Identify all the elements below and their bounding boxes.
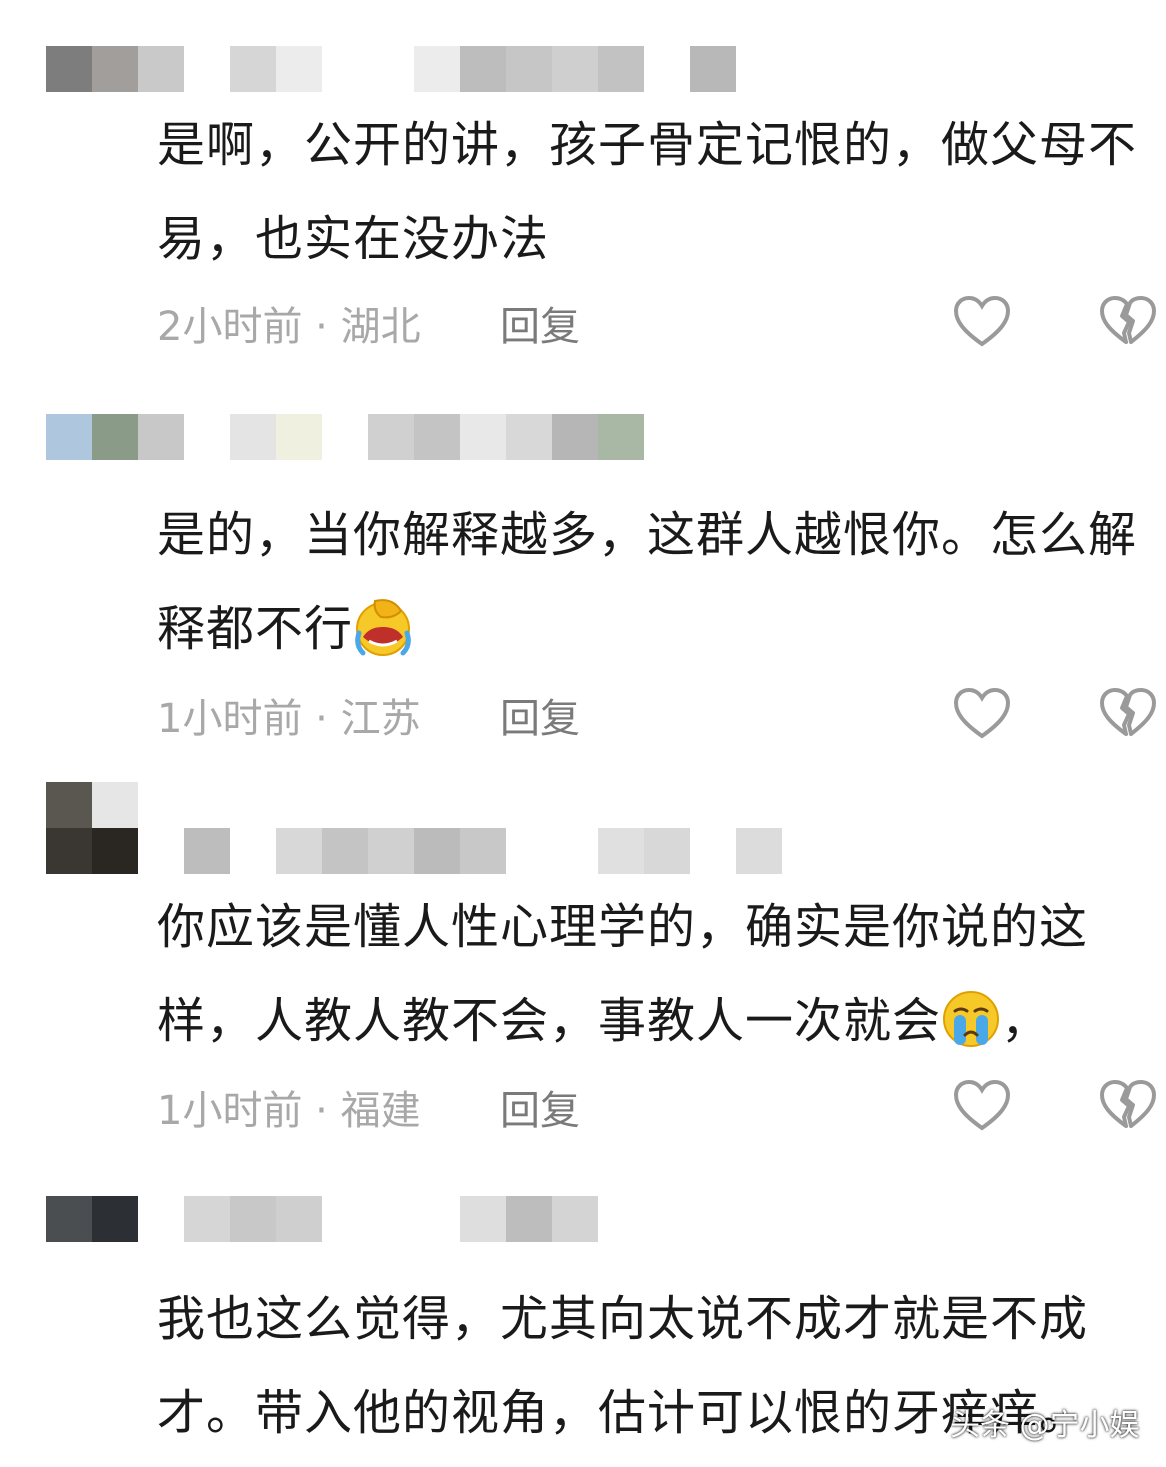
reply-button[interactable]: 回复 <box>500 694 580 744</box>
blurred-avatar <box>46 782 138 874</box>
reply-button[interactable]: 回复 <box>500 302 580 352</box>
comment-text-content: 是啊，公开的讲，孩子骨定记恨的，做父母不易，也实在没办法 <box>157 117 1138 267</box>
comment-text-content: 我也这么觉得，尤其向太说不成才就是不成才。带入他的视角，估计可以恨的牙痒痒。 <box>157 1291 1089 1441</box>
comment-text: 是啊，公开的讲，孩子骨定记恨的，做父母不易，也实在没办法 <box>157 98 1137 286</box>
meta-separator: · <box>302 304 341 350</box>
face-palm-crying-emoji <box>355 599 411 656</box>
comment-location: 江苏 <box>340 696 421 742</box>
dislike-broken-heart-icon[interactable] <box>1098 1076 1158 1136</box>
dislike-broken-heart-icon[interactable] <box>1098 684 1158 744</box>
crying-emoji <box>943 991 1000 1047</box>
like-heart-icon[interactable] <box>952 684 1012 744</box>
comment-text-tail: ， <box>1001 993 1051 1049</box>
blurred-avatar <box>46 1196 138 1242</box>
comment-meta: 2小时前 · 湖北 <box>157 302 421 352</box>
blurred-username <box>184 828 784 874</box>
comment-text-content: 是的，当你解释越多，这群人越恨你。怎么解释都不行 <box>157 507 1138 657</box>
comment-location: 湖北 <box>340 304 421 350</box>
comment-meta: 1小时前 · 福建 <box>157 1086 421 1136</box>
meta-separator: · <box>302 696 341 742</box>
like-heart-icon[interactable] <box>952 1076 1012 1136</box>
blurred-username <box>46 414 646 460</box>
meta-separator: · <box>302 1088 341 1134</box>
blurred-username <box>184 1196 604 1242</box>
like-heart-icon[interactable] <box>952 292 1012 352</box>
dislike-broken-heart-icon[interactable] <box>1098 292 1158 352</box>
comment-text: 你应该是懂人性心理学的，确实是你说的这样，人教人教不会，事教人一次就会 ， <box>157 880 1137 1068</box>
blurred-username <box>46 46 746 92</box>
comment-time: 2小时前 <box>157 304 303 350</box>
comment-location: 福建 <box>340 1088 421 1134</box>
comment-meta: 1小时前 · 江苏 <box>157 694 421 744</box>
reply-button[interactable]: 回复 <box>500 1086 580 1136</box>
comment-text: 是的，当你解释越多，这群人越恨你。怎么解释都不行 <box>157 488 1137 676</box>
watermark: 头条 @宁小娱 <box>950 1408 1140 1443</box>
comment-time: 1小时前 <box>157 696 303 742</box>
comment-time: 1小时前 <box>157 1088 303 1134</box>
